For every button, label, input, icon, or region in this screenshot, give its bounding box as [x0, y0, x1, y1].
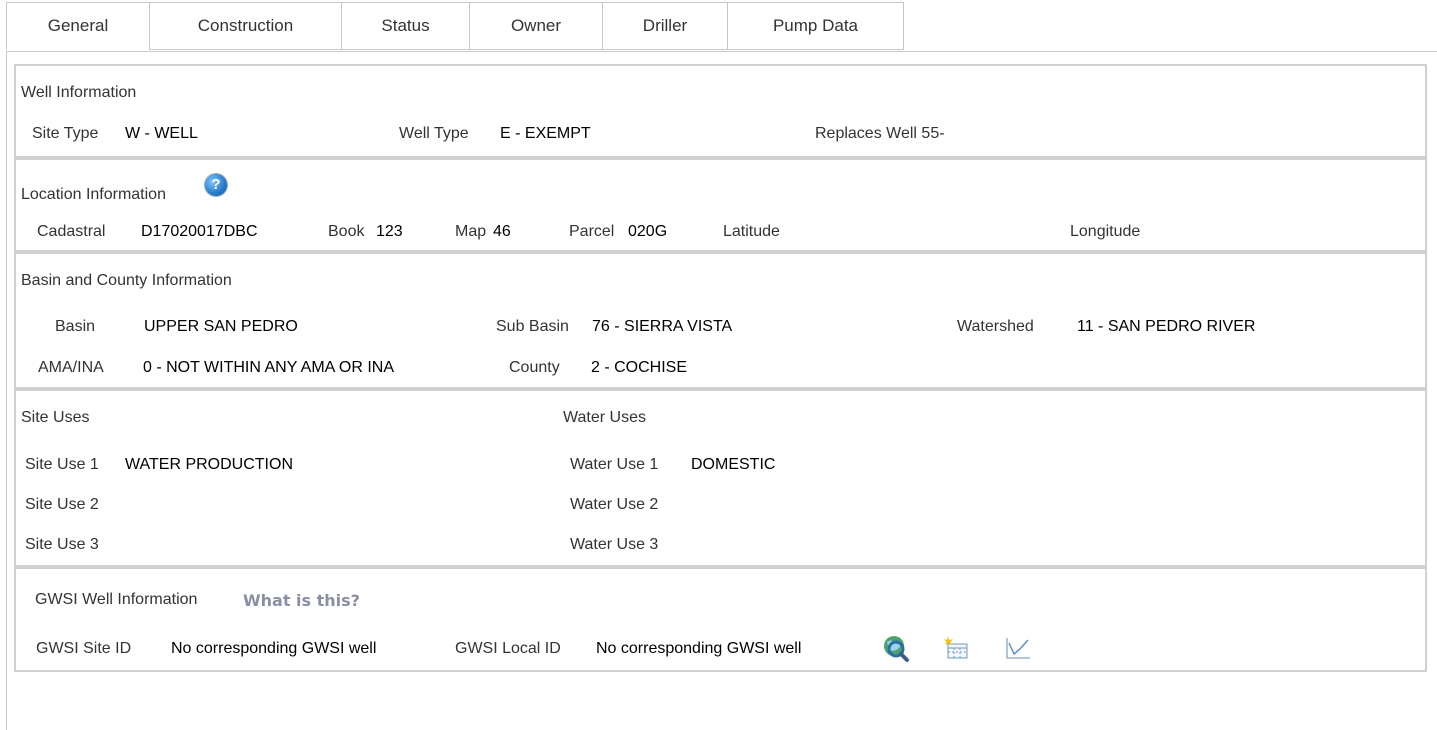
- what-is-this-link[interactable]: What is this?: [243, 591, 360, 610]
- location-information-section: Location Information ? Cadastral D170200…: [14, 158, 1427, 252]
- well-information-section: Well Information Site Type W - WELL Well…: [14, 64, 1427, 158]
- tab-construction[interactable]: Construction: [149, 2, 341, 50]
- site-use-2-label: Site Use 2: [25, 496, 99, 513]
- section-header: Basin and County Information: [21, 272, 232, 289]
- gwsi-local-id-label: GWSI Local ID: [455, 640, 561, 657]
- parcel-value: 020G: [628, 223, 668, 240]
- water-use-1-label: Water Use 1: [570, 456, 659, 473]
- section-header: GWSI Well Information: [35, 591, 198, 608]
- water-use-2-label: Water Use 2: [570, 496, 659, 513]
- longitude-label: Longitude: [1070, 223, 1141, 240]
- site-use-1-value: WATER PRODUCTION: [125, 456, 293, 473]
- well-type-value: E - EXEMPT: [500, 125, 591, 142]
- ama-ina-label: AMA/INA: [38, 359, 104, 376]
- tab-owner[interactable]: Owner: [469, 2, 602, 50]
- help-icon[interactable]: ?: [205, 174, 227, 196]
- tab-pump-data[interactable]: Pump Data: [727, 2, 904, 50]
- latitude-label: Latitude: [723, 223, 780, 240]
- basin-label: Basin: [55, 318, 96, 335]
- section-header: Well Information: [21, 84, 137, 101]
- water-uses-header: Water Uses: [563, 409, 646, 426]
- county-label: County: [509, 359, 560, 376]
- tab-bar: General Construction Status Owner Drille…: [6, 2, 904, 52]
- site-use-3-label: Site Use 3: [25, 536, 99, 553]
- basin-value: UPPER SAN PEDRO: [144, 318, 298, 335]
- sub-basin-value: 76 - SIERRA VISTA: [592, 318, 733, 335]
- watershed-value: 11 - SAN PEDRO RIVER: [1077, 318, 1256, 335]
- map-label: Map: [455, 223, 487, 240]
- section-header: Location Information: [21, 186, 166, 203]
- tab-driller[interactable]: Driller: [602, 2, 727, 50]
- uses-section: Site Uses Water Uses Site Use 1 WATER PR…: [14, 389, 1427, 567]
- site-type-value: W - WELL: [125, 125, 198, 142]
- line-chart-icon[interactable]: [1003, 633, 1033, 668]
- map-value: 46: [493, 223, 511, 240]
- site-type-label: Site Type: [32, 125, 99, 142]
- site-uses-header: Site Uses: [21, 409, 90, 426]
- basin-county-section: Basin and County Information Basin UPPER…: [14, 252, 1427, 389]
- gwsi-site-id-label: GWSI Site ID: [36, 640, 132, 657]
- parcel-label: Parcel: [569, 223, 615, 240]
- county-value: 2 - COCHISE: [591, 359, 688, 376]
- water-use-1-value: DOMESTIC: [691, 456, 776, 473]
- gwsi-site-id-value: No corresponding GWSI well: [171, 640, 377, 657]
- replaces-well-label: Replaces Well 55-: [815, 125, 945, 142]
- gwsi-section: GWSI Well Information What is this? GWSI…: [14, 567, 1427, 672]
- new-table-icon[interactable]: [942, 633, 972, 668]
- cadastral-label: Cadastral: [37, 223, 106, 240]
- gwsi-local-id-value: No corresponding GWSI well: [596, 640, 802, 657]
- water-use-3-label: Water Use 3: [570, 536, 659, 553]
- book-label: Book: [328, 223, 365, 240]
- ama-ina-value: 0 - NOT WITHIN ANY AMA OR INA: [143, 359, 395, 376]
- sub-basin-label: Sub Basin: [496, 318, 569, 335]
- tab-general[interactable]: General: [6, 2, 149, 50]
- book-value: 123: [376, 223, 403, 240]
- site-use-1-label: Site Use 1: [25, 456, 99, 473]
- cadastral-value: D17020017DBC: [141, 223, 258, 240]
- magnify-globe-icon[interactable]: [881, 633, 911, 668]
- watershed-label: Watershed: [957, 318, 1034, 335]
- tab-status[interactable]: Status: [341, 2, 469, 50]
- well-type-label: Well Type: [399, 125, 469, 142]
